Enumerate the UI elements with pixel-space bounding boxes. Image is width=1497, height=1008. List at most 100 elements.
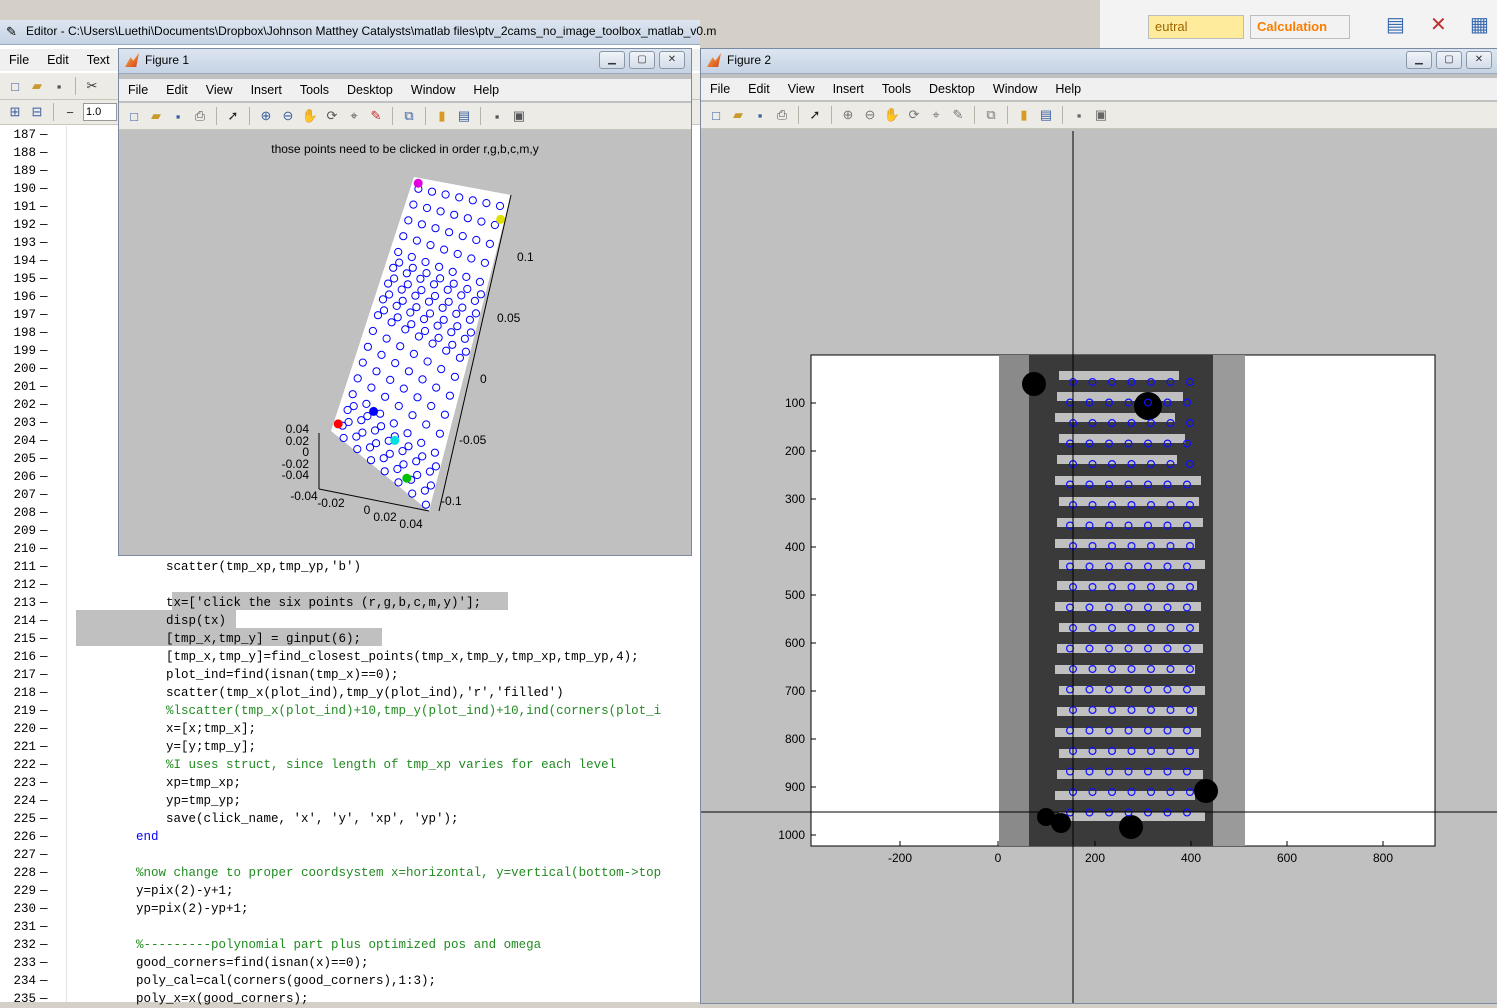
breakpoint-marker[interactable]: —	[40, 270, 48, 288]
code-line[interactable]: 212 —	[0, 576, 700, 594]
code-line[interactable]: 211 — scatter(tmp_xp,tmp_yp,'b')	[0, 558, 700, 576]
breakpoint-marker[interactable]: —	[40, 810, 48, 828]
editor-menu-text[interactable]: Text	[78, 53, 119, 67]
code-line[interactable]: 223 — xp=tmp_xp;	[0, 774, 700, 792]
breakpoint-marker[interactable]: —	[40, 792, 48, 810]
code-line[interactable]: 228 — %now change to proper coordsystem x…	[0, 864, 700, 882]
code-line[interactable]: 215 — [tmp_x,tmp_y] = ginput(6);	[0, 630, 700, 648]
breakpoint-marker[interactable]: —	[40, 522, 48, 540]
insert-cell-icon[interactable]: ⊞	[6, 103, 24, 121]
breakpoint-marker[interactable]: —	[40, 972, 48, 990]
cut-icon[interactable]: ✂	[83, 77, 101, 95]
green-point	[402, 473, 412, 483]
code-line[interactable]: 233 — good_corners=find(isnan(x)==0);	[0, 954, 700, 972]
code-line[interactable]: 216 — [tmp_x,tmp_y]=find_closest_points(t…	[0, 648, 700, 666]
breakpoint-marker[interactable]: —	[40, 918, 48, 936]
cell-options-icon[interactable]: ⊟	[28, 103, 46, 121]
breakpoint-marker[interactable]: —	[40, 612, 48, 630]
breakpoint-marker[interactable]: —	[40, 882, 48, 900]
breakpoint-marker[interactable]: —	[40, 864, 48, 882]
editor-menu-edit[interactable]: Edit	[38, 53, 78, 67]
code-line[interactable]: 222 — %I uses struct, since length of tmp…	[0, 756, 700, 774]
yellow-point	[496, 214, 506, 224]
breakpoint-marker[interactable]: —	[40, 252, 48, 270]
breakpoint-marker[interactable]: —	[40, 414, 48, 432]
breakpoint-marker[interactable]: —	[40, 180, 48, 198]
code-line[interactable]: 227 —	[0, 846, 700, 864]
breakpoint-marker[interactable]: —	[40, 198, 48, 216]
breakpoint-marker[interactable]: —	[40, 324, 48, 342]
code-line[interactable]: 225 — save(click_name, 'x', 'y', 'xp', 'y…	[0, 810, 700, 828]
code-line[interactable]: 224 — yp=tmp_yp;	[0, 792, 700, 810]
breakpoint-marker[interactable]: —	[40, 378, 48, 396]
breakpoint-marker[interactable]: —	[40, 558, 48, 576]
code-line[interactable]: 234 — poly_cal=cal(corners(good_corners),…	[0, 972, 700, 990]
breakpoint-marker[interactable]: —	[40, 900, 48, 918]
breakpoint-marker[interactable]: —	[40, 486, 48, 504]
code-line[interactable]: 221 — y=[y;tmp_y];	[0, 738, 700, 756]
save-icon[interactable]: ▪	[50, 77, 68, 95]
breakpoint-marker[interactable]: —	[40, 504, 48, 522]
breakpoint-marker[interactable]: —	[40, 162, 48, 180]
breakpoint-marker[interactable]: —	[40, 576, 48, 594]
code-line[interactable]: 217 — plot_ind=find(isnan(tmp_x)==0);	[0, 666, 700, 684]
style-neutral[interactable]: eutral	[1148, 15, 1244, 39]
breakpoint-marker[interactable]: —	[40, 720, 48, 738]
breakpoint-marker[interactable]: —	[40, 540, 48, 558]
breakpoint-marker[interactable]: —	[40, 954, 48, 972]
breakpoint-marker[interactable]: —	[40, 756, 48, 774]
open-folder-icon[interactable]: ▰	[28, 77, 46, 95]
code-line[interactable]: 220 — x=[x;tmp_x];	[0, 720, 700, 738]
editor-menu-file[interactable]: File	[0, 53, 38, 67]
breakpoint-marker[interactable]: —	[40, 594, 48, 612]
code-line[interactable]: 229 — y=pix(2)-y+1;	[0, 882, 700, 900]
breakpoint-marker[interactable]: —	[40, 702, 48, 720]
code-line[interactable]: 232 — %---------polynomial part plus opti…	[0, 936, 700, 954]
figure2-image-axes[interactable]: -200 0 200 400 600 800 100 200 300 400 500 600 700 80…	[701, 49, 1497, 1003]
breakpoint-marker[interactable]: —	[40, 648, 48, 666]
breakpoint-marker[interactable]: —	[40, 450, 48, 468]
breakpoint-marker[interactable]: —	[40, 666, 48, 684]
breakpoint-marker[interactable]: —	[40, 828, 48, 846]
breakpoint-marker[interactable]: —	[40, 360, 48, 378]
code-line[interactable]: 235 — poly_x=x(good_corners);	[0, 990, 700, 1008]
code-line[interactable]: 218 — scatter(tmp_x(plot_ind),tmp_y(plot_…	[0, 684, 700, 702]
breakpoint-marker[interactable]: —	[40, 342, 48, 360]
breakpoint-marker[interactable]: —	[40, 936, 48, 954]
breakpoint-marker[interactable]: —	[40, 288, 48, 306]
ribbon-format-icon[interactable]: ▦	[1470, 12, 1496, 38]
code-line[interactable]: 213 — tx=['click the six points (r,g,b,c,…	[0, 594, 700, 612]
style-calculation[interactable]: Calculation	[1250, 15, 1350, 39]
figure1-3d-axes[interactable]: 0.10.050-0.05-0.10.040.020-0.02-0.04-0.0…	[119, 49, 691, 555]
breakpoint-marker[interactable]: —	[40, 774, 48, 792]
ribbon-insert-icon[interactable]: ▤	[1386, 12, 1416, 38]
breakpoint-marker[interactable]: —	[40, 234, 48, 252]
decrement-icon[interactable]: −	[61, 103, 79, 121]
code-line[interactable]: 231 —	[0, 918, 700, 936]
breakpoint-marker[interactable]: —	[40, 306, 48, 324]
new-file-icon[interactable]: □	[6, 77, 24, 95]
breakpoint-marker[interactable]: —	[40, 216, 48, 234]
breakpoint-marker[interactable]: —	[40, 630, 48, 648]
breakpoint-marker[interactable]: —	[40, 432, 48, 450]
breakpoint-marker[interactable]: —	[40, 468, 48, 486]
y-tick-label: 200	[785, 444, 805, 458]
toolbar-separator	[53, 103, 54, 121]
code-line[interactable]: 230 — yp=pix(2)-yp+1;	[0, 900, 700, 918]
code-line[interactable]: 226 — end	[0, 828, 700, 846]
breakpoint-marker[interactable]: —	[40, 684, 48, 702]
line-number: 234	[13, 974, 36, 988]
breakpoint-marker[interactable]: —	[40, 990, 48, 1008]
zoom-value-field[interactable]: 1.0	[83, 103, 117, 121]
image-bar	[1057, 581, 1197, 590]
y-tick-label: -0.04	[282, 468, 310, 482]
code-text: end	[76, 830, 159, 844]
breakpoint-marker[interactable]: —	[40, 126, 48, 144]
code-line[interactable]: 219 — %lscatter(tmp_x(plot_ind)+10,tmp_y(…	[0, 702, 700, 720]
breakpoint-marker[interactable]: —	[40, 396, 48, 414]
breakpoint-marker[interactable]: —	[40, 144, 48, 162]
ribbon-delete-icon[interactable]: ✕	[1430, 12, 1460, 38]
breakpoint-marker[interactable]: —	[40, 738, 48, 756]
code-line[interactable]: 214 — disp(tx)	[0, 612, 700, 630]
breakpoint-marker[interactable]: —	[40, 846, 48, 864]
